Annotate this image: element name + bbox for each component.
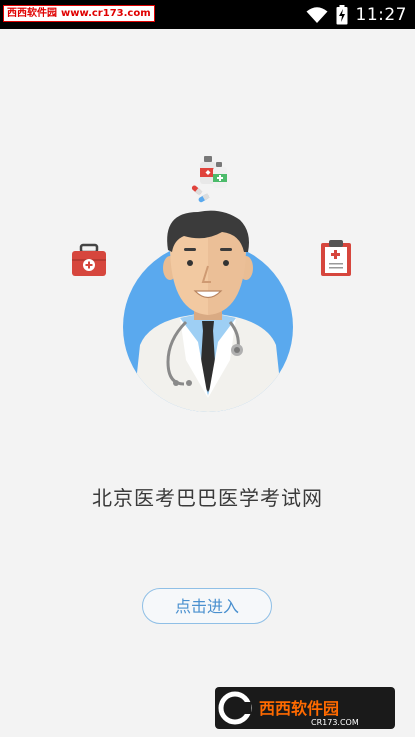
doctor-illustration — [72, 156, 351, 412]
medicine-bottles-icon — [191, 156, 227, 203]
watermark-bottom-url: CR173.COM — [311, 718, 359, 727]
doctor-avatar — [123, 210, 293, 412]
watermark-brand: 西西软件园 — [259, 699, 339, 718]
clipboard-icon — [321, 240, 351, 276]
enter-button[interactable]: 点击进入 — [142, 588, 272, 624]
watermark-logo: 西西软件园 CR173.COM — [215, 687, 395, 729]
app-title: 北京医考巴巴医学考试网 — [92, 486, 323, 510]
first-aid-kit-icon — [72, 243, 106, 276]
